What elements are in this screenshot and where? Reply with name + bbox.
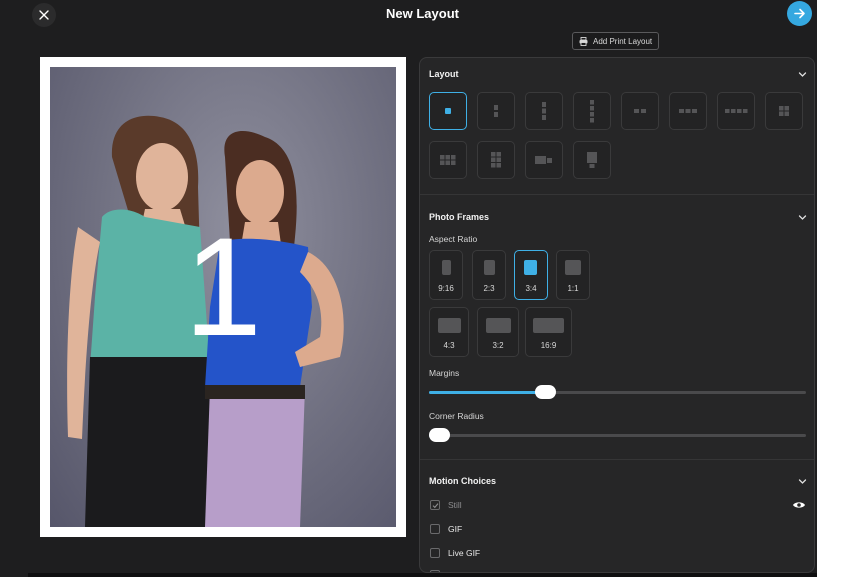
motion-option-still[interactable]: Still <box>430 498 462 512</box>
layout-three-horizontal-icon <box>679 109 697 113</box>
motion-option-gif[interactable]: GIF <box>430 522 462 536</box>
layout-four-horizontal-icon <box>725 109 748 113</box>
photo-frames-section-header[interactable]: Photo Frames <box>429 208 807 226</box>
settings-panel: Layout Photo Frames Aspect Ratio 9:16 2:… <box>419 57 815 573</box>
gif-label: GIF <box>448 524 463 534</box>
ratio-tile-3-2[interactable]: 3:2 <box>477 307 519 357</box>
ratio-1-1-icon <box>565 260 581 275</box>
add-print-layout-button[interactable]: Add Print Layout <box>572 32 660 50</box>
layout-two-vertical-icon <box>494 105 498 117</box>
layout-single-icon <box>445 108 451 114</box>
layout-wide-plus-square-icon <box>535 156 552 164</box>
aspect-ratio-label: Aspect Ratio <box>429 234 478 244</box>
layout-tile-grid-2x2[interactable] <box>765 92 803 130</box>
corner-radius-slider-thumb[interactable] <box>429 428 450 442</box>
gif-checkbox[interactable] <box>430 524 440 534</box>
ratio-tile-16-9[interactable]: 16:9 <box>525 307 572 357</box>
chevron-down-icon <box>798 71 807 77</box>
layout-grid-2x3-icon <box>491 152 501 168</box>
slot-number: 1 <box>184 208 262 365</box>
ratio-label: 1:1 <box>567 284 579 293</box>
checkmark-icon <box>432 502 438 508</box>
layout-tile-three-horizontal[interactable] <box>669 92 707 130</box>
arrow-right-icon <box>794 8 805 19</box>
layout-grid-3x2-icon <box>440 155 456 165</box>
live-gif-label: Live GIF <box>448 548 481 558</box>
layout-four-vertical-icon <box>590 100 594 123</box>
page-title: New Layout <box>386 6 459 21</box>
layout-tile-two-vertical[interactable] <box>477 92 515 130</box>
next-button[interactable] <box>787 1 812 26</box>
layout-tile-three-vertical[interactable] <box>525 92 563 130</box>
motion-choices-section-title: Motion Choices <box>429 476 496 486</box>
layout-tile-grid-3x2[interactable] <box>429 141 467 179</box>
ratio-tile-9-16[interactable]: 9:16 <box>429 250 463 300</box>
chevron-down-icon <box>798 478 807 484</box>
ratio-tile-4-3[interactable]: 4:3 <box>429 307 469 357</box>
ratio-label: 2:3 <box>483 284 495 293</box>
layout-tile-two-horizontal[interactable] <box>621 92 659 130</box>
ratio-label: 9:16 <box>438 284 454 293</box>
ratio-2-3-icon <box>484 260 495 275</box>
preview-photo: 1 <box>50 67 396 527</box>
layout-preview[interactable]: 1 <box>40 57 406 537</box>
ratio-3-2-icon <box>486 318 511 333</box>
bottom-bar <box>28 573 817 577</box>
layout-tile-four-horizontal[interactable] <box>717 92 755 130</box>
layout-section-title: Layout <box>429 69 459 79</box>
layout-tile-single[interactable] <box>429 92 467 130</box>
ratio-label: 3:4 <box>525 284 537 293</box>
margins-slider-thumb[interactable] <box>535 385 557 399</box>
ratio-3-4-icon <box>524 260 537 275</box>
ratio-label: 4:3 <box>443 341 455 350</box>
ratio-4-3-icon <box>438 318 461 333</box>
layout-tall-plus-square-icon <box>587 152 597 168</box>
photo-frames-section-title: Photo Frames <box>429 212 490 222</box>
corner-radius-label: Corner Radius <box>429 411 484 421</box>
add-print-layout-label: Add Print Layout <box>593 36 653 46</box>
eye-icon[interactable] <box>792 500 806 510</box>
chevron-down-icon <box>798 214 807 220</box>
layout-tile-grid-2x3[interactable] <box>477 141 515 179</box>
ratio-label: 16:9 <box>540 341 557 350</box>
layout-section-header[interactable]: Layout <box>429 65 807 83</box>
layout-grid-2x2-icon <box>779 106 789 116</box>
margins-slider[interactable] <box>429 385 806 399</box>
margins-label: Margins <box>429 368 460 378</box>
still-label: Still <box>448 500 462 510</box>
ratio-label: 3:2 <box>492 341 504 350</box>
app-window: New Layout Add Print Layout 1 Layout Pho… <box>0 0 817 577</box>
ratio-9-16-icon <box>442 260 451 275</box>
layout-two-horizontal-icon <box>634 109 646 113</box>
layout-tile-four-vertical[interactable] <box>573 92 611 130</box>
motion-choices-section-header[interactable]: Motion Choices <box>429 472 807 490</box>
layout-tile-wide-plus-square[interactable] <box>525 141 563 179</box>
still-checkbox[interactable] <box>430 500 440 510</box>
live-gif-checkbox[interactable] <box>430 548 440 558</box>
motion-option-live-gif[interactable]: Live GIF <box>430 546 480 560</box>
ratio-tile-1-1[interactable]: 1:1 <box>556 250 590 300</box>
printer-icon <box>579 36 588 46</box>
section-divider <box>420 459 814 460</box>
layout-three-vertical-icon <box>542 102 546 120</box>
ratio-tile-3-4[interactable]: 3:4 <box>514 250 548 300</box>
layout-tile-tall-plus-square[interactable] <box>573 141 611 179</box>
section-divider <box>420 194 814 195</box>
ratio-16-9-icon <box>533 318 564 333</box>
margins-slider-fill <box>429 391 546 394</box>
corner-radius-slider[interactable] <box>429 428 806 442</box>
ratio-tile-2-3[interactable]: 2:3 <box>472 250 506 300</box>
